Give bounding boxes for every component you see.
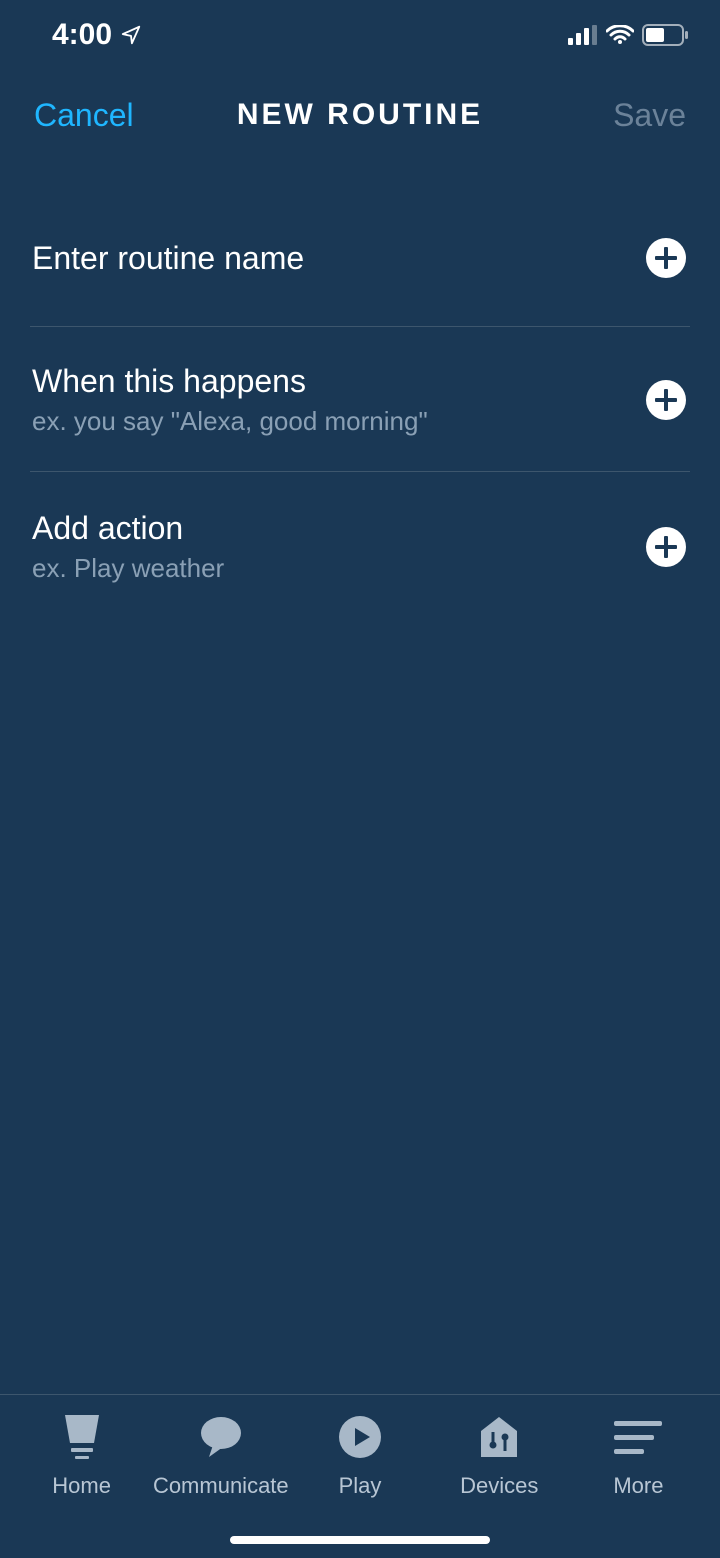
battery-icon	[642, 24, 688, 46]
tab-play[interactable]: Play	[290, 1415, 429, 1499]
tab-home-label: Home	[52, 1473, 111, 1499]
home-indicator[interactable]	[230, 1536, 490, 1544]
add-name-button[interactable]	[646, 238, 686, 278]
tab-more-label: More	[613, 1473, 663, 1499]
tab-communicate-label: Communicate	[153, 1473, 289, 1499]
tab-play-label: Play	[339, 1473, 382, 1499]
status-time: 4:00	[52, 18, 112, 52]
tab-devices-label: Devices	[460, 1473, 538, 1499]
trigger-example: ex. you say "Alexa, good morning"	[32, 406, 428, 437]
tab-communicate[interactable]: Communicate	[151, 1415, 290, 1499]
tab-devices[interactable]: Devices	[430, 1415, 569, 1499]
action-example: ex. Play weather	[32, 553, 224, 584]
tab-bar: Home Communicate Play	[0, 1394, 720, 1558]
play-icon	[338, 1415, 382, 1459]
trigger-label: When this happens	[32, 363, 428, 400]
devices-icon	[477, 1415, 521, 1459]
status-bar: 4:00	[0, 0, 720, 70]
status-right	[568, 24, 688, 46]
wifi-icon	[606, 25, 634, 45]
add-trigger-button[interactable]	[646, 380, 686, 420]
home-icon	[61, 1415, 103, 1459]
page-title: NEW ROUTINE	[237, 98, 483, 132]
more-icon	[614, 1415, 662, 1459]
action-label: Add action	[32, 510, 224, 547]
location-services-icon	[120, 24, 142, 46]
content: Enter routine name When this happens ex.…	[0, 160, 720, 614]
communicate-icon	[199, 1415, 243, 1459]
add-action-button[interactable]	[646, 527, 686, 567]
nav-bar: Cancel NEW ROUTINE Save	[0, 70, 720, 160]
tab-home[interactable]: Home	[12, 1415, 151, 1499]
cellular-signal-icon	[568, 25, 598, 45]
cancel-button[interactable]: Cancel	[34, 97, 134, 134]
status-left: 4:00	[52, 18, 142, 52]
trigger-row[interactable]: When this happens ex. you say "Alexa, go…	[30, 327, 690, 472]
routine-name-row[interactable]: Enter routine name	[30, 230, 690, 327]
routine-name-label: Enter routine name	[32, 240, 304, 277]
action-row[interactable]: Add action ex. Play weather	[30, 472, 690, 614]
save-button[interactable]: Save	[613, 97, 686, 134]
tab-more[interactable]: More	[569, 1415, 708, 1499]
